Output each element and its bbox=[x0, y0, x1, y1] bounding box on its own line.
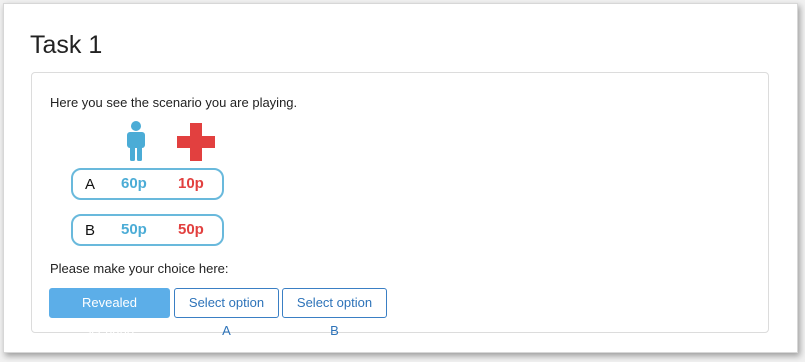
option-a-red-value: 10p bbox=[178, 175, 204, 192]
choice-prompt: Please make your choice here: bbox=[50, 261, 229, 276]
option-a-blue-value: 60p bbox=[121, 175, 147, 192]
select-option-b-button[interactable]: Select option B bbox=[282, 288, 387, 338]
option-a-box: A 60p 10p bbox=[71, 168, 224, 200]
scenario-card: Here you see the scenario you are playin… bbox=[31, 72, 769, 338]
red-cross-icon bbox=[177, 123, 215, 161]
revealed-scenario-button[interactable]: Revealed scenario bbox=[49, 288, 170, 338]
option-b-red-value: 50p bbox=[178, 221, 204, 238]
option-b-blue-value: 50p bbox=[121, 221, 147, 238]
option-a-letter: A bbox=[85, 176, 96, 193]
page-title: Task 1 bbox=[30, 31, 103, 59]
task-window: Task 1 Here you see the scenario you are… bbox=[3, 3, 798, 353]
option-b-box: B 50p 50p bbox=[71, 214, 224, 246]
option-b-letter: B bbox=[85, 222, 96, 239]
select-option-a-button[interactable]: Select option A bbox=[174, 288, 279, 338]
scenario-intro: Here you see the scenario you are playin… bbox=[50, 95, 298, 110]
person-icon bbox=[127, 121, 145, 161]
